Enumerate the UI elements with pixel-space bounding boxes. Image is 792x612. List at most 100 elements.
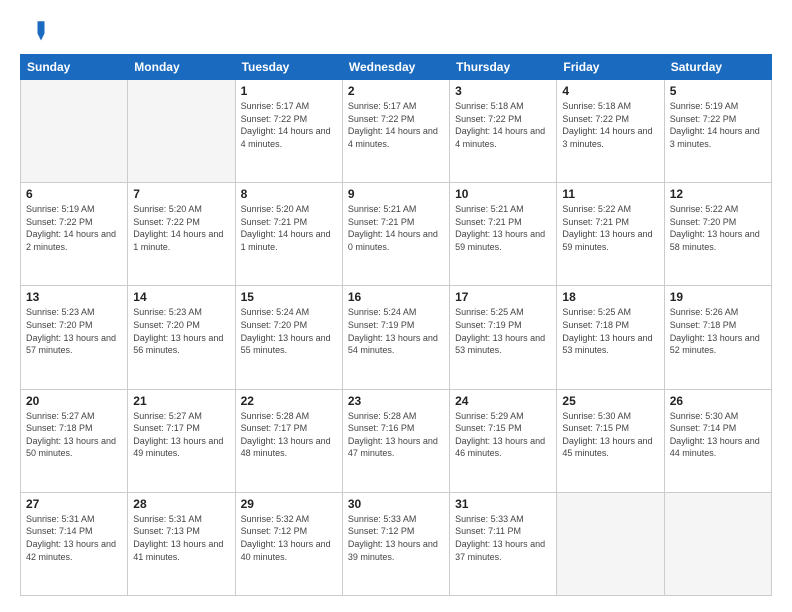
calendar-header-row: SundayMondayTuesdayWednesdayThursdayFrid…	[21, 55, 772, 80]
day-info: Sunrise: 5:17 AMSunset: 7:22 PMDaylight:…	[348, 100, 444, 150]
header	[20, 16, 772, 44]
day-info: Sunrise: 5:22 AMSunset: 7:21 PMDaylight:…	[562, 203, 658, 253]
day-number: 8	[241, 187, 337, 201]
day-number: 31	[455, 497, 551, 511]
calendar-cell: 4 Sunrise: 5:18 AMSunset: 7:22 PMDaylight…	[557, 80, 664, 183]
calendar-cell	[21, 80, 128, 183]
weekday-header: Sunday	[21, 55, 128, 80]
calendar-cell: 8 Sunrise: 5:20 AMSunset: 7:21 PMDaylight…	[235, 183, 342, 286]
day-info: Sunrise: 5:27 AMSunset: 7:17 PMDaylight:…	[133, 410, 229, 460]
calendar-cell: 24 Sunrise: 5:29 AMSunset: 7:15 PMDayligh…	[450, 389, 557, 492]
calendar-cell: 14Sunrise: 5:23 AMSunset: 7:20 PMDayligh…	[128, 286, 235, 389]
day-number: 24	[455, 394, 551, 408]
day-info: Sunrise: 5:21 AMSunset: 7:21 PMDaylight:…	[348, 203, 444, 253]
calendar-cell: 12 Sunrise: 5:22 AMSunset: 7:20 PMDayligh…	[664, 183, 771, 286]
day-number: 26	[670, 394, 766, 408]
day-info: Sunrise: 5:24 AMSunset: 7:20 PMDaylight:…	[241, 306, 337, 356]
day-info: Sunrise: 5:22 AMSunset: 7:20 PMDaylight:…	[670, 203, 766, 253]
page: SundayMondayTuesdayWednesdayThursdayFrid…	[0, 0, 792, 612]
day-info: Sunrise: 5:24 AMSunset: 7:19 PMDaylight:…	[348, 306, 444, 356]
calendar-cell: 11 Sunrise: 5:22 AMSunset: 7:21 PMDayligh…	[557, 183, 664, 286]
day-info: Sunrise: 5:30 AMSunset: 7:14 PMDaylight:…	[670, 410, 766, 460]
day-number: 6	[26, 187, 122, 201]
weekday-header: Friday	[557, 55, 664, 80]
calendar-week-row: 13Sunrise: 5:23 AMSunset: 7:20 PMDayligh…	[21, 286, 772, 389]
day-number: 29	[241, 497, 337, 511]
day-number: 11	[562, 187, 658, 201]
calendar-cell	[664, 492, 771, 595]
calendar-cell: 21 Sunrise: 5:27 AMSunset: 7:17 PMDayligh…	[128, 389, 235, 492]
calendar-cell: 15 Sunrise: 5:24 AMSunset: 7:20 PMDayligh…	[235, 286, 342, 389]
calendar-cell: 29Sunrise: 5:32 AMSunset: 7:12 PMDayligh…	[235, 492, 342, 595]
day-info: Sunrise: 5:31 AMSunset: 7:13 PMDaylight:…	[133, 513, 229, 563]
day-info: Sunrise: 5:21 AMSunset: 7:21 PMDaylight:…	[455, 203, 551, 253]
calendar-week-row: 1 Sunrise: 5:17 AMSunset: 7:22 PMDaylight…	[21, 80, 772, 183]
weekday-header: Saturday	[664, 55, 771, 80]
day-number: 5	[670, 84, 766, 98]
calendar: SundayMondayTuesdayWednesdayThursdayFrid…	[20, 54, 772, 596]
day-info: Sunrise: 5:23 AMSunset: 7:20 PMDaylight:…	[133, 306, 229, 356]
calendar-cell: 7Sunrise: 5:20 AMSunset: 7:22 PMDaylight…	[128, 183, 235, 286]
calendar-cell	[557, 492, 664, 595]
day-info: Sunrise: 5:17 AMSunset: 7:22 PMDaylight:…	[241, 100, 337, 150]
calendar-cell: 27 Sunrise: 5:31 AMSunset: 7:14 PMDayligh…	[21, 492, 128, 595]
day-info: Sunrise: 5:25 AMSunset: 7:18 PMDaylight:…	[562, 306, 658, 356]
day-number: 9	[348, 187, 444, 201]
calendar-cell: 16Sunrise: 5:24 AMSunset: 7:19 PMDayligh…	[342, 286, 449, 389]
weekday-header: Tuesday	[235, 55, 342, 80]
weekday-header: Wednesday	[342, 55, 449, 80]
day-number: 1	[241, 84, 337, 98]
day-number: 17	[455, 290, 551, 304]
day-number: 15	[241, 290, 337, 304]
calendar-cell: 2 Sunrise: 5:17 AMSunset: 7:22 PMDaylight…	[342, 80, 449, 183]
day-info: Sunrise: 5:31 AMSunset: 7:14 PMDaylight:…	[26, 513, 122, 563]
weekday-header: Monday	[128, 55, 235, 80]
calendar-cell: 30 Sunrise: 5:33 AMSunset: 7:12 PMDayligh…	[342, 492, 449, 595]
day-number: 10	[455, 187, 551, 201]
calendar-cell: 9 Sunrise: 5:21 AMSunset: 7:21 PMDaylight…	[342, 183, 449, 286]
day-number: 23	[348, 394, 444, 408]
day-number: 28	[133, 497, 229, 511]
calendar-week-row: 27 Sunrise: 5:31 AMSunset: 7:14 PMDayligh…	[21, 492, 772, 595]
day-info: Sunrise: 5:25 AMSunset: 7:19 PMDaylight:…	[455, 306, 551, 356]
day-info: Sunrise: 5:20 AMSunset: 7:21 PMDaylight:…	[241, 203, 337, 253]
calendar-cell: 19 Sunrise: 5:26 AMSunset: 7:18 PMDayligh…	[664, 286, 771, 389]
day-info: Sunrise: 5:19 AMSunset: 7:22 PMDaylight:…	[670, 100, 766, 150]
calendar-cell: 31 Sunrise: 5:33 AMSunset: 7:11 PMDayligh…	[450, 492, 557, 595]
day-info: Sunrise: 5:20 AMSunset: 7:22 PMDaylight:…	[133, 203, 229, 253]
calendar-cell: 5 Sunrise: 5:19 AMSunset: 7:22 PMDaylight…	[664, 80, 771, 183]
day-number: 25	[562, 394, 658, 408]
day-number: 4	[562, 84, 658, 98]
calendar-cell: 3 Sunrise: 5:18 AMSunset: 7:22 PMDaylight…	[450, 80, 557, 183]
day-number: 30	[348, 497, 444, 511]
day-number: 19	[670, 290, 766, 304]
day-info: Sunrise: 5:19 AMSunset: 7:22 PMDaylight:…	[26, 203, 122, 253]
calendar-cell: 23 Sunrise: 5:28 AMSunset: 7:16 PMDayligh…	[342, 389, 449, 492]
day-number: 27	[26, 497, 122, 511]
day-info: Sunrise: 5:28 AMSunset: 7:16 PMDaylight:…	[348, 410, 444, 460]
calendar-cell	[128, 80, 235, 183]
calendar-cell: 28 Sunrise: 5:31 AMSunset: 7:13 PMDayligh…	[128, 492, 235, 595]
day-info: Sunrise: 5:33 AMSunset: 7:12 PMDaylight:…	[348, 513, 444, 563]
day-number: 21	[133, 394, 229, 408]
day-info: Sunrise: 5:18 AMSunset: 7:22 PMDaylight:…	[562, 100, 658, 150]
day-number: 22	[241, 394, 337, 408]
day-info: Sunrise: 5:26 AMSunset: 7:18 PMDaylight:…	[670, 306, 766, 356]
calendar-cell: 6 Sunrise: 5:19 AMSunset: 7:22 PMDaylight…	[21, 183, 128, 286]
calendar-week-row: 6 Sunrise: 5:19 AMSunset: 7:22 PMDaylight…	[21, 183, 772, 286]
day-info: Sunrise: 5:29 AMSunset: 7:15 PMDaylight:…	[455, 410, 551, 460]
day-info: Sunrise: 5:33 AMSunset: 7:11 PMDaylight:…	[455, 513, 551, 563]
calendar-cell: 17 Sunrise: 5:25 AMSunset: 7:19 PMDayligh…	[450, 286, 557, 389]
calendar-cell: 25 Sunrise: 5:30 AMSunset: 7:15 PMDayligh…	[557, 389, 664, 492]
day-info: Sunrise: 5:30 AMSunset: 7:15 PMDaylight:…	[562, 410, 658, 460]
day-number: 3	[455, 84, 551, 98]
calendar-cell: 26 Sunrise: 5:30 AMSunset: 7:14 PMDayligh…	[664, 389, 771, 492]
day-info: Sunrise: 5:27 AMSunset: 7:18 PMDaylight:…	[26, 410, 122, 460]
calendar-week-row: 20Sunrise: 5:27 AMSunset: 7:18 PMDayligh…	[21, 389, 772, 492]
calendar-cell: 1 Sunrise: 5:17 AMSunset: 7:22 PMDaylight…	[235, 80, 342, 183]
day-info: Sunrise: 5:23 AMSunset: 7:20 PMDaylight:…	[26, 306, 122, 356]
logo	[20, 16, 52, 44]
day-number: 2	[348, 84, 444, 98]
day-number: 12	[670, 187, 766, 201]
day-info: Sunrise: 5:18 AMSunset: 7:22 PMDaylight:…	[455, 100, 551, 150]
